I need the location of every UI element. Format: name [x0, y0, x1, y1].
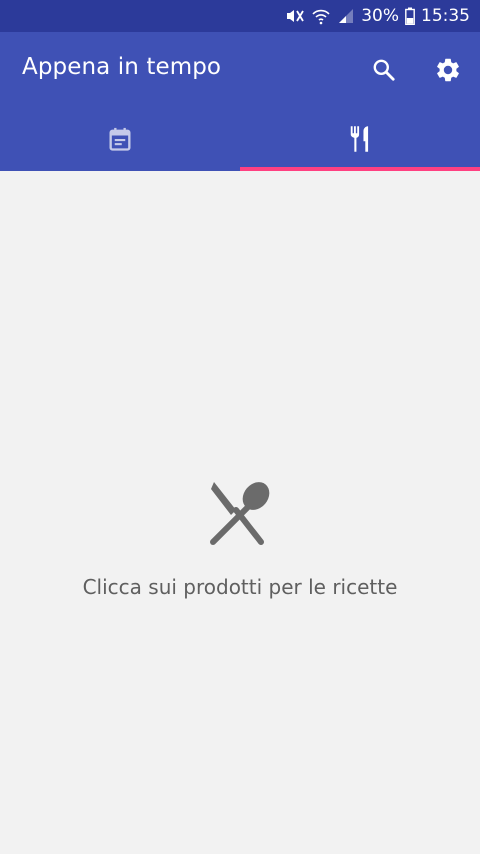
- empty-state-message: Clicca sui prodotti per le ricette: [82, 575, 398, 599]
- tab-recipes[interactable]: [240, 110, 480, 171]
- battery-icon: [405, 7, 415, 25]
- app-bar: Appena in tempo: [0, 32, 480, 110]
- mute-icon: [285, 7, 305, 25]
- search-icon: [371, 57, 397, 87]
- tab-calendar[interactable]: [0, 110, 240, 171]
- recipes-content: Clicca sui prodotti per le ricette: [0, 171, 480, 854]
- settings-icon: [434, 56, 462, 88]
- calendar-icon: [106, 125, 134, 157]
- spoon-knife-icon: [204, 479, 276, 551]
- search-button[interactable]: [364, 52, 404, 92]
- restaurant-icon: [346, 124, 374, 158]
- signal-icon: [337, 7, 355, 25]
- battery-percent: 30%: [361, 6, 399, 26]
- tab-bar: [0, 110, 480, 171]
- settings-button[interactable]: [428, 52, 468, 92]
- app-title: Appena in tempo: [22, 54, 222, 80]
- status-bar: 30% 15:35: [0, 0, 480, 32]
- status-time: 15:35: [421, 6, 470, 26]
- wifi-icon: [311, 7, 331, 25]
